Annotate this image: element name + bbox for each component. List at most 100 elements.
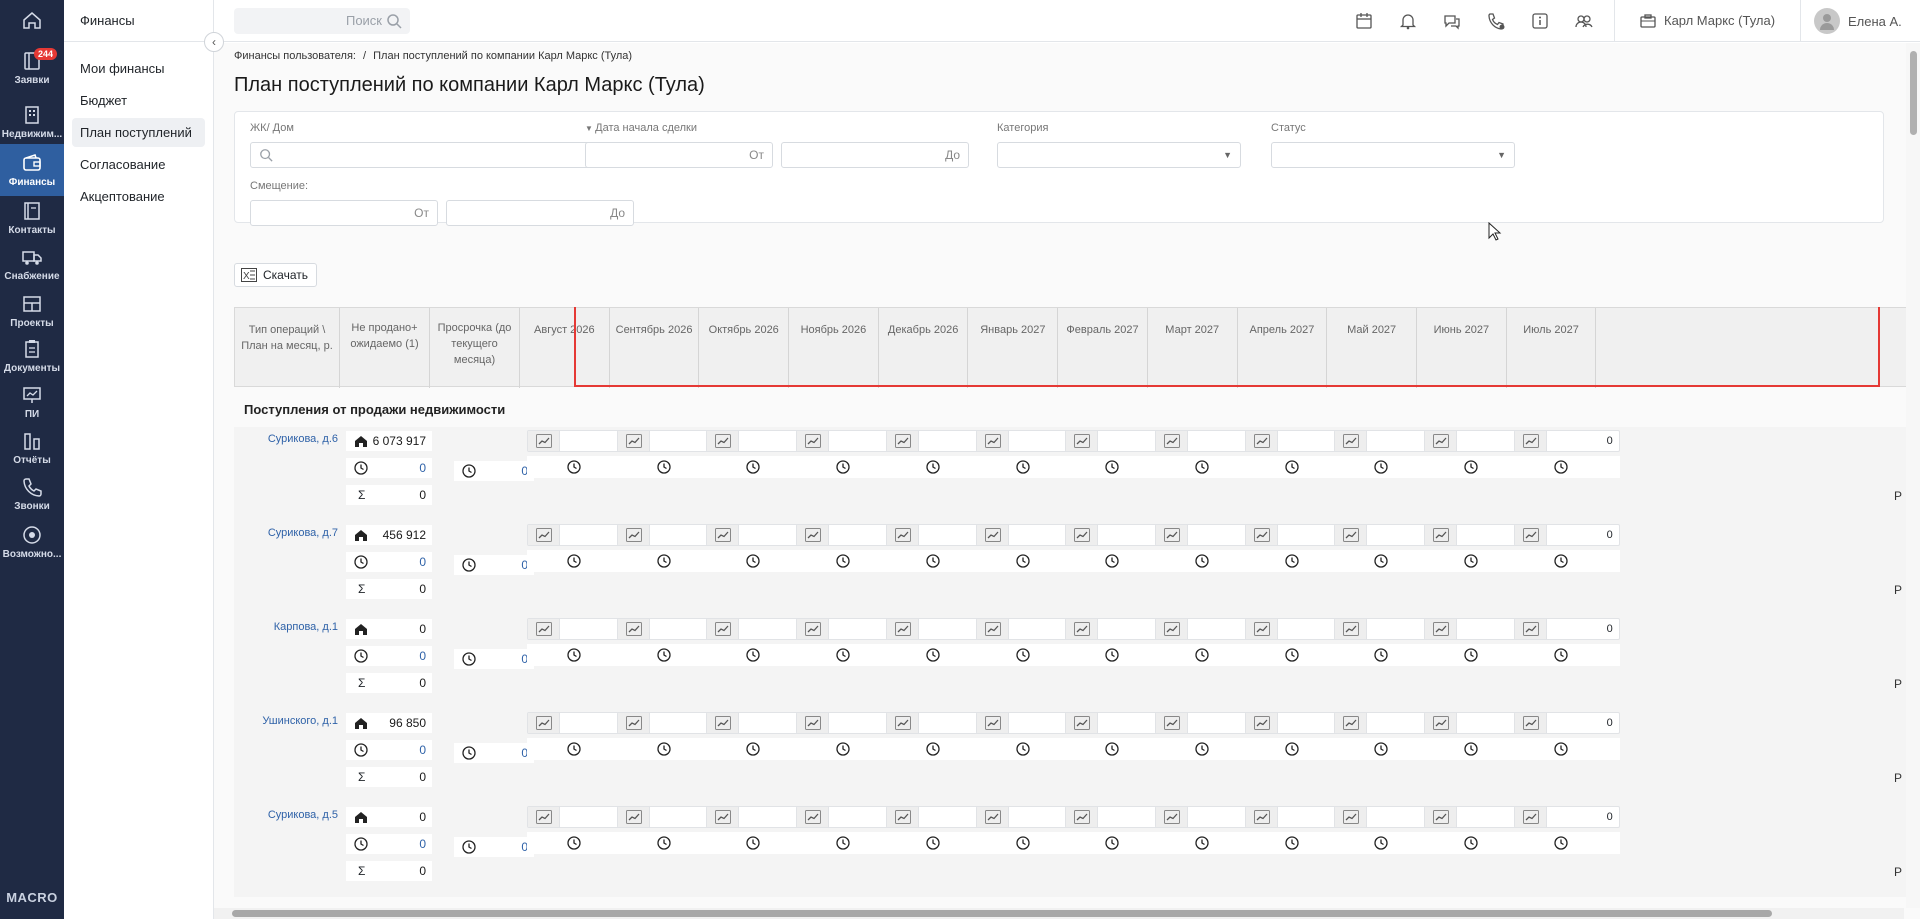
overdue-cell[interactable]: 0 (454, 743, 534, 763)
chart-button[interactable] (707, 525, 740, 545)
chart-button[interactable] (1514, 431, 1547, 451)
chart-button[interactable] (1066, 431, 1099, 451)
object-link[interactable]: Сурикова, д.6 (234, 427, 338, 445)
expected-cell[interactable]: 0 (346, 834, 432, 854)
submenu-item[interactable]: Мои финансы (72, 54, 205, 83)
chart-button[interactable] (617, 525, 650, 545)
chart-button[interactable] (797, 431, 830, 451)
sidebar-item-documents[interactable]: Документы (0, 330, 64, 382)
submenu-item[interactable]: Акцептование (72, 182, 205, 211)
chart-button[interactable] (976, 525, 1009, 545)
chart-button[interactable] (1155, 713, 1188, 733)
month-expected-cell[interactable] (1513, 644, 1620, 666)
submenu-item[interactable]: Согласование (72, 150, 205, 179)
chart-button[interactable] (1514, 713, 1547, 733)
chart-button[interactable] (1245, 807, 1278, 827)
chart-button[interactable] (528, 713, 560, 733)
complex-select[interactable]: ▼ (250, 142, 632, 168)
object-link[interactable]: Карпова, д.1 (234, 615, 338, 633)
month-expected-cell[interactable] (1513, 456, 1620, 478)
sidebar-item-reports[interactable]: Отчёты (0, 422, 64, 474)
chart-button[interactable] (1066, 525, 1099, 545)
vertical-scrollbar[interactable] (1906, 43, 1920, 908)
chart-button[interactable] (1425, 713, 1457, 733)
chart-button[interactable] (1155, 525, 1188, 545)
chart-button[interactable] (797, 713, 830, 733)
chart-button[interactable] (707, 431, 740, 451)
users-icon[interactable] (1574, 11, 1594, 31)
chart-button[interactable] (1335, 431, 1368, 451)
sidebar-item-wallet[interactable]: Финансы (0, 144, 64, 196)
overdue-cell[interactable]: 0 (454, 461, 534, 481)
chart-button[interactable] (886, 431, 919, 451)
chart-button[interactable] (528, 525, 560, 545)
breadcrumb-root[interactable]: Финансы пользователя: (234, 50, 356, 62)
offset-to-input[interactable]: До (446, 200, 634, 226)
chart-button[interactable] (1425, 431, 1457, 451)
month-expected-cell[interactable] (1513, 550, 1620, 572)
chart-button[interactable] (1425, 525, 1457, 545)
chart-button[interactable] (976, 619, 1009, 639)
chart-button[interactable] (1425, 807, 1457, 827)
chart-button[interactable] (797, 525, 830, 545)
expected-cell[interactable]: 0 (346, 458, 432, 478)
chart-button[interactable] (1425, 619, 1457, 639)
chart-button[interactable] (797, 807, 830, 827)
info-icon[interactable] (1530, 11, 1550, 31)
month-plan-input[interactable]: 0 (1513, 712, 1620, 734)
deal-date-filter-label[interactable]: ▼ Дата начала сделки (585, 122, 697, 134)
collapse-sidebar-button[interactable]: ‹ (204, 32, 224, 52)
sidebar-item-phone[interactable]: Звонки (0, 468, 64, 520)
chart-button[interactable] (1514, 619, 1547, 639)
sidebar-item-truck[interactable]: Снабжение (0, 238, 64, 290)
object-link[interactable]: Ушинского, д.1 (234, 709, 338, 727)
chart-button[interactable] (886, 807, 919, 827)
chart-button[interactable] (1066, 619, 1099, 639)
status-select[interactable]: ▼ (1271, 142, 1515, 168)
bell-icon[interactable] (1398, 11, 1418, 31)
sidebar-item-monitor[interactable]: ПИ (0, 376, 64, 428)
month-plan-input[interactable]: 0 (1513, 806, 1620, 828)
chart-button[interactable] (886, 713, 919, 733)
chart-button[interactable] (1335, 525, 1368, 545)
overdue-cell[interactable]: 0 (454, 649, 534, 669)
chart-button[interactable] (617, 713, 650, 733)
month-plan-input[interactable]: 0 (1513, 524, 1620, 546)
sidebar-item-contacts[interactable]: Контакты (0, 192, 64, 244)
chart-button[interactable] (617, 619, 650, 639)
scrollbar-thumb[interactable] (232, 910, 1772, 917)
month-expected-cell[interactable] (1513, 738, 1620, 760)
month-expected-cell[interactable] (1513, 832, 1620, 854)
overdue-cell[interactable]: 0 (454, 555, 534, 575)
chart-button[interactable] (1155, 619, 1188, 639)
deal-date-from-input[interactable]: От (585, 142, 773, 168)
horizontal-scrollbar[interactable] (214, 908, 1904, 919)
submenu-item[interactable]: Бюджет (72, 86, 205, 115)
chart-button[interactable] (528, 807, 560, 827)
sidebar-item-home[interactable] (0, 0, 64, 42)
category-select[interactable]: ▼ (997, 142, 1241, 168)
chart-button[interactable] (1155, 431, 1188, 451)
chart-button[interactable] (1514, 807, 1547, 827)
company-switcher[interactable]: Карл Маркс (Тула) (1640, 0, 1775, 42)
chart-button[interactable] (1335, 713, 1368, 733)
download-button[interactable]: X Скачать (234, 263, 317, 287)
chart-button[interactable] (886, 619, 919, 639)
chart-button[interactable] (528, 431, 560, 451)
chart-button[interactable] (1155, 807, 1188, 827)
sidebar-item-building[interactable]: Недвижим... (0, 96, 64, 148)
chart-button[interactable] (797, 619, 830, 639)
object-link[interactable]: Сурикова, д.5 (234, 803, 338, 821)
chart-button[interactable] (1245, 431, 1278, 451)
sidebar-item-requests[interactable]: Заявки 244 (0, 42, 64, 94)
chart-button[interactable] (1335, 619, 1368, 639)
chart-button[interactable] (707, 713, 740, 733)
chat-icon[interactable] (1442, 11, 1462, 31)
chart-button[interactable] (707, 619, 740, 639)
chart-button[interactable] (528, 619, 560, 639)
overdue-cell[interactable]: 0 (454, 837, 534, 857)
expected-cell[interactable]: 0 (346, 646, 432, 666)
submenu-item[interactable]: План поступлений (72, 118, 205, 147)
scrollbar-thumb[interactable] (1910, 51, 1917, 135)
chart-button[interactable] (976, 713, 1009, 733)
